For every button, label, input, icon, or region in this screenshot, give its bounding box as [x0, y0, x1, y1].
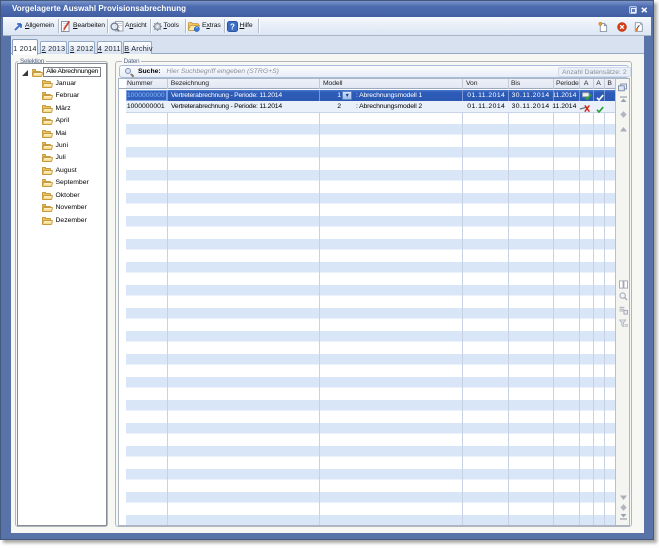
svg-text:?: ?	[230, 22, 235, 31]
